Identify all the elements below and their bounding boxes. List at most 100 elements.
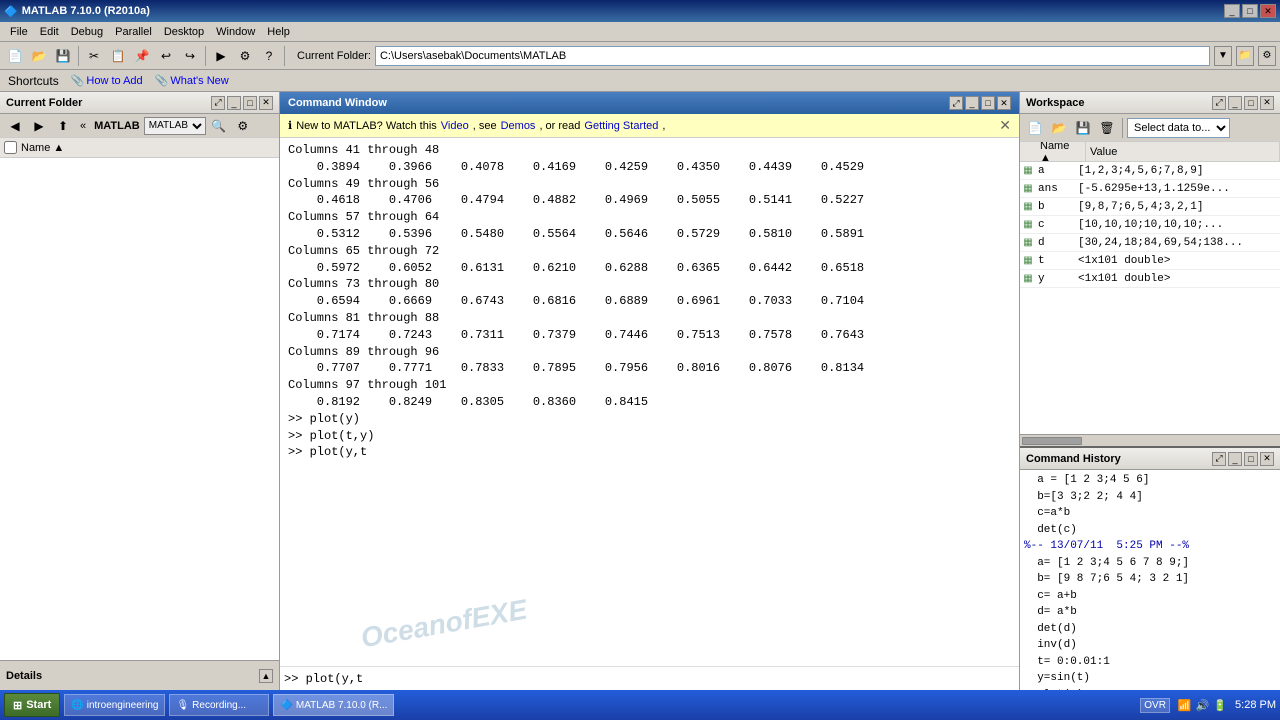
close-button[interactable]: ✕	[1260, 4, 1276, 18]
maximize-button[interactable]: □	[1242, 4, 1258, 18]
redo-button[interactable]: ↪	[179, 45, 201, 67]
ws-new-button[interactable]: 📄	[1024, 117, 1046, 139]
workspace-row[interactable]: ▦ ans [-5.6295e+13,1.1259e...	[1020, 180, 1280, 198]
ws-row-checkbox[interactable]: ▦	[1020, 201, 1036, 212]
ws-row-checkbox[interactable]: ▦	[1020, 165, 1036, 176]
copy-button[interactable]: 📋	[107, 45, 129, 67]
folder-up-button[interactable]: ⬆	[52, 115, 74, 137]
panel-close-button[interactable]: ✕	[259, 96, 273, 110]
ws-close-button[interactable]: ✕	[1260, 96, 1274, 110]
menu-window[interactable]: Window	[210, 24, 261, 40]
folder-forward-button[interactable]: ▶	[28, 115, 50, 137]
panel-undock-button[interactable]: ⤢	[211, 96, 225, 110]
save-button[interactable]: 💾	[52, 45, 74, 67]
ws-row-checkbox[interactable]: ▦	[1020, 273, 1036, 284]
cmd-undock-button[interactable]: ⤢	[949, 96, 963, 110]
ws-row-checkbox[interactable]: ▦	[1020, 255, 1036, 266]
ws-delete-button[interactable]: 🗑	[1096, 117, 1118, 139]
history-entry[interactable]: a= [1 2 3;4 5 6 7 8 9;]	[1024, 555, 1276, 572]
cmd-close-button[interactable]: ✕	[997, 96, 1011, 110]
folder-settings-button[interactable]: ⚙	[1258, 46, 1276, 66]
minimize-button[interactable]: _	[1224, 4, 1240, 18]
history-entry[interactable]: det(d)	[1024, 621, 1276, 638]
workspace-header: Workspace ⤢ _ □ ✕	[1020, 92, 1280, 114]
history-entry[interactable]: t= 0:0.01:1	[1024, 654, 1276, 671]
folder-search-button[interactable]: 🔍	[208, 115, 230, 137]
menu-help[interactable]: Help	[261, 24, 296, 40]
shortcuts-label: Shortcuts	[8, 74, 59, 88]
ws-scrollbar-thumb[interactable]	[1022, 437, 1082, 445]
ws-minimize-button[interactable]: _	[1228, 96, 1242, 110]
select-all-checkbox[interactable]	[4, 141, 17, 154]
folder-path-input[interactable]	[375, 46, 1210, 66]
info-close-button[interactable]: ✕	[999, 117, 1011, 134]
start-button[interactable]: ⊞ Start	[4, 693, 60, 717]
info-demos-link[interactable]: Demos	[501, 120, 536, 132]
menu-parallel[interactable]: Parallel	[109, 24, 158, 40]
taskbar-item-introengineering[interactable]: 🌐 introengineering	[64, 694, 165, 716]
command-input[interactable]	[306, 672, 1015, 686]
taskbar-item-recording[interactable]: 🎙 Recording...	[169, 694, 269, 716]
cmd-section-header: Columns 81 through 88	[288, 310, 1011, 327]
workspace-row[interactable]: ▦ c [10,10,10;10,10,10;...	[1020, 216, 1280, 234]
history-entry[interactable]: d= a*b	[1024, 604, 1276, 621]
folder-path-select[interactable]: MATLAB	[144, 117, 206, 135]
history-maximize-button[interactable]: □	[1244, 452, 1258, 466]
history-entry[interactable]: det(c)	[1024, 522, 1276, 539]
folder-label: Current Folder:	[297, 50, 371, 62]
details-expand-button[interactable]: ▲	[259, 669, 273, 683]
panel-minimize-button[interactable]: _	[227, 96, 241, 110]
file-list[interactable]	[0, 158, 279, 660]
how-to-add-link[interactable]: 📎 How to Add	[71, 74, 143, 87]
ws-undock-button[interactable]: ⤢	[1212, 96, 1226, 110]
new-file-button[interactable]: 📄	[4, 45, 26, 67]
ws-row-checkbox[interactable]: ▦	[1020, 219, 1036, 230]
cmd-maximize-button[interactable]: □	[981, 96, 995, 110]
help-button[interactable]: ?	[258, 45, 280, 67]
cut-button[interactable]: ✂	[83, 45, 105, 67]
undo-button[interactable]: ↩	[155, 45, 177, 67]
menu-edit[interactable]: Edit	[34, 24, 65, 40]
command-window-content[interactable]: Columns 41 through 48 0.3894 0.3966 0.40…	[280, 138, 1019, 666]
workspace-row[interactable]: ▦ b [9,8,7;6,5,4;3,2,1]	[1020, 198, 1280, 216]
history-content[interactable]: a = [1 2 3;4 5 6] b=[3 3;2 2; 4 4] c=a*b…	[1020, 470, 1280, 690]
history-close-button[interactable]: ✕	[1260, 452, 1274, 466]
history-entry[interactable]: c=a*b	[1024, 505, 1276, 522]
workspace-scrollbar-h[interactable]	[1020, 434, 1280, 446]
workspace-row[interactable]: ▦ d [30,24,18;84,69,54;138...	[1020, 234, 1280, 252]
workspace-row[interactable]: ▦ t <1x101 double>	[1020, 252, 1280, 270]
ws-select-data[interactable]: Select data to...	[1127, 118, 1230, 138]
history-entry[interactable]: b= [9 8 7;6 5 4; 3 2 1]	[1024, 571, 1276, 588]
history-entry[interactable]: b=[3 3;2 2; 4 4]	[1024, 489, 1276, 506]
history-entry[interactable]: a = [1 2 3;4 5 6]	[1024, 472, 1276, 489]
history-entry[interactable]: c= a+b	[1024, 588, 1276, 605]
history-minimize-button[interactable]: _	[1228, 452, 1242, 466]
folder-nav-button[interactable]: 📁	[1236, 46, 1254, 66]
cmd-minimize-button[interactable]: _	[965, 96, 979, 110]
whats-new-link[interactable]: 📎 What's New	[155, 74, 229, 87]
menu-file[interactable]: File	[4, 24, 34, 40]
open-button[interactable]: 📂	[28, 45, 50, 67]
info-getting-started-link[interactable]: Getting Started	[584, 120, 658, 132]
paste-button[interactable]: 📌	[131, 45, 153, 67]
history-entry[interactable]: inv(d)	[1024, 637, 1276, 654]
debug-button[interactable]: ▶	[210, 45, 232, 67]
ws-open-button[interactable]: 📂	[1048, 117, 1070, 139]
ws-save-button[interactable]: 💾	[1072, 117, 1094, 139]
workspace-row[interactable]: ▦ a [1,2,3;4,5,6;7,8,9]	[1020, 162, 1280, 180]
menu-desktop[interactable]: Desktop	[158, 24, 210, 40]
folder-back-button[interactable]: ◀	[4, 115, 26, 137]
history-entry[interactable]: y=sin(t)	[1024, 670, 1276, 687]
menu-debug[interactable]: Debug	[65, 24, 109, 40]
ws-row-checkbox[interactable]: ▦	[1020, 183, 1036, 194]
folder-options-button[interactable]: ⚙	[232, 115, 254, 137]
ws-maximize-button[interactable]: □	[1244, 96, 1258, 110]
workspace-row[interactable]: ▦ y <1x101 double>	[1020, 270, 1280, 288]
folder-browse-button[interactable]: ▼	[1214, 46, 1232, 66]
panel-maximize-button[interactable]: □	[243, 96, 257, 110]
simulink-button[interactable]: ⚙	[234, 45, 256, 67]
history-undock-button[interactable]: ⤢	[1212, 452, 1226, 466]
ws-row-checkbox[interactable]: ▦	[1020, 237, 1036, 248]
info-video-link[interactable]: Video	[441, 120, 469, 132]
taskbar-item-matlab[interactable]: 🔷 MATLAB 7.10.0 (R...	[273, 694, 394, 716]
